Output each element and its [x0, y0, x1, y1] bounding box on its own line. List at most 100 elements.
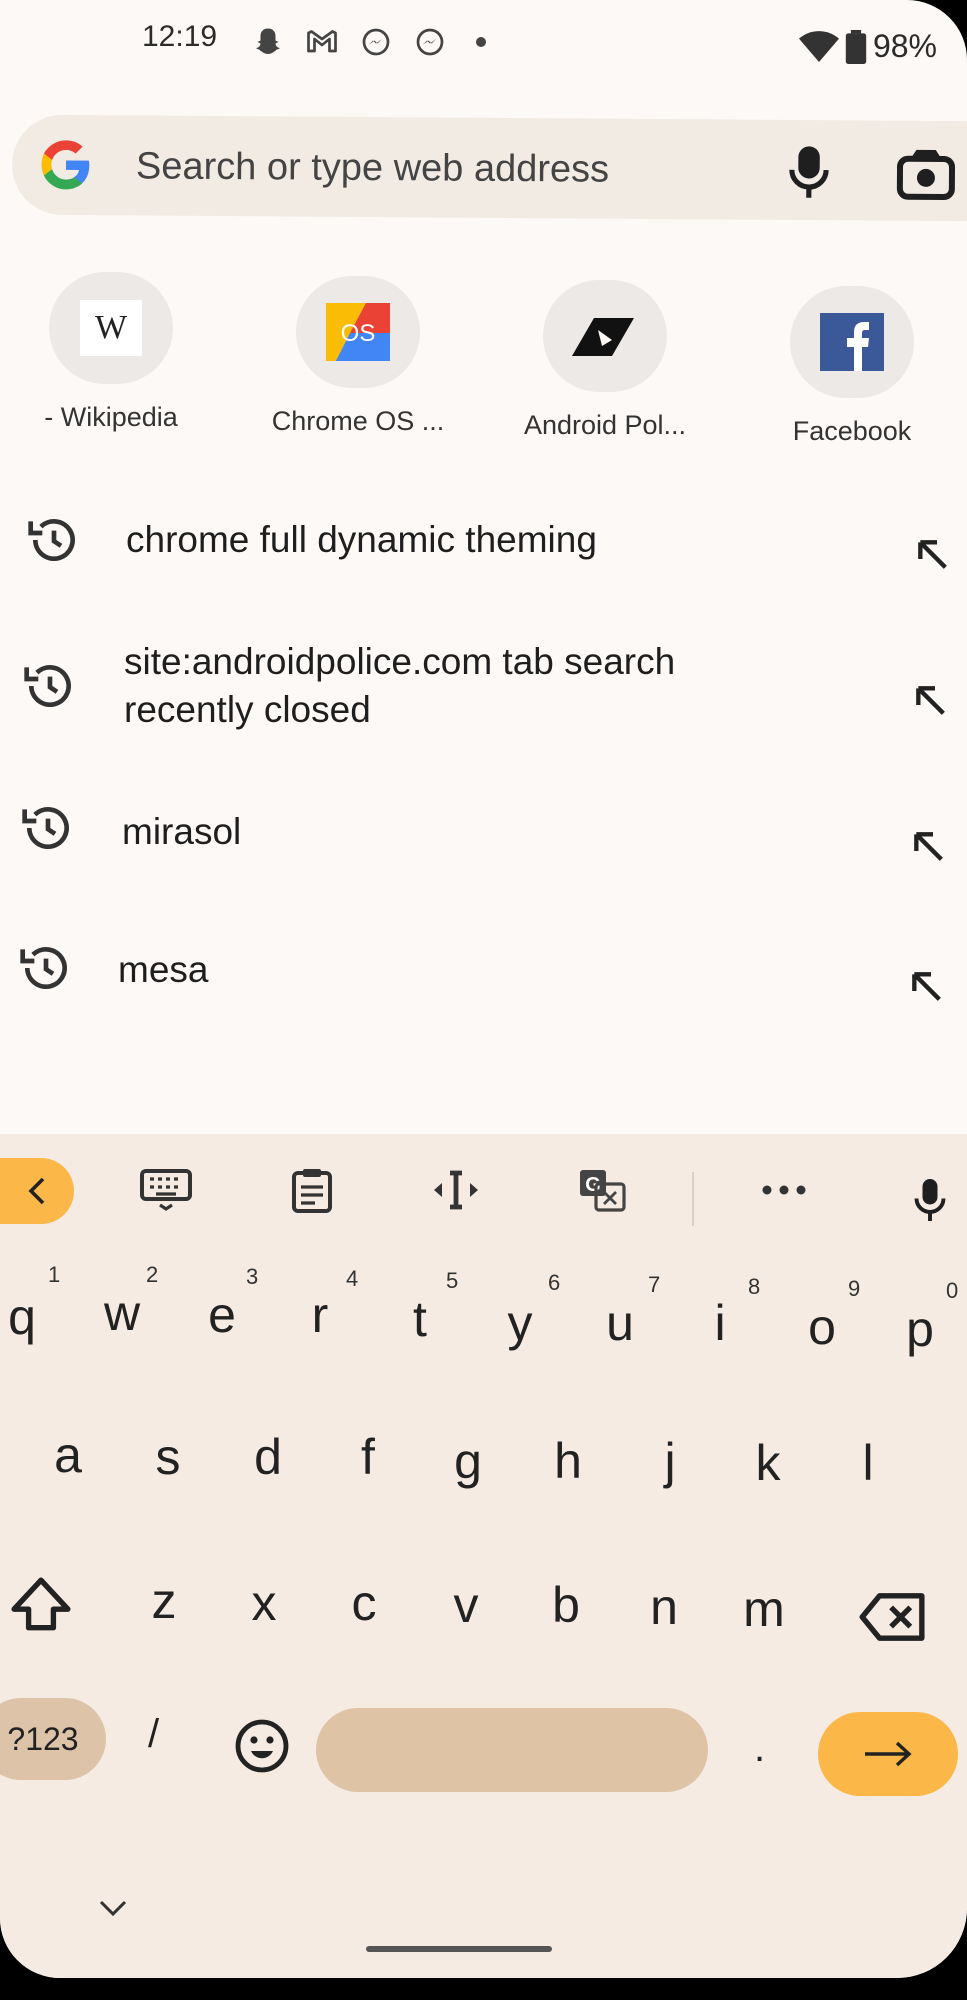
shortcut-chrome-os[interactable]: OS Chrome OS ...: [238, 276, 478, 437]
key-hint: 8: [748, 1274, 761, 1299]
symbols-key[interactable]: ?123: [0, 1698, 106, 1780]
keyboard-switch-button[interactable]: [136, 1160, 196, 1220]
microphone-icon: [914, 1179, 946, 1221]
key-e[interactable]: e: [192, 1286, 252, 1344]
key-hint: 5: [446, 1268, 459, 1293]
space-key[interactable]: [316, 1708, 708, 1792]
suggestion-line-1: site:androidpolice.com tab search: [124, 641, 676, 682]
more-options-button[interactable]: [754, 1160, 814, 1220]
key-w[interactable]: w: [92, 1284, 152, 1342]
search-input[interactable]: [133, 135, 699, 202]
append-to-search-arrow-icon[interactable]: [910, 680, 950, 720]
key-hint: 9: [848, 1276, 861, 1301]
text-editing-button[interactable]: [426, 1160, 486, 1220]
chevron-left-icon: [28, 1177, 45, 1205]
suggestion-text: chrome full dynamic theming: [126, 516, 597, 564]
append-to-search-arrow-icon[interactable]: [906, 966, 946, 1006]
key-j[interactable]: j: [640, 1432, 700, 1490]
append-to-search-arrow-icon[interactable]: [908, 826, 948, 866]
history-icon: [24, 665, 71, 707]
append-to-search-arrow-icon[interactable]: [912, 534, 952, 574]
shortcut-label: - Wikipedia: [44, 402, 178, 432]
more-horizontal-icon: [762, 1185, 806, 1195]
slash-key[interactable]: /: [148, 1712, 159, 1757]
hide-keyboard-chevron-icon[interactable]: [96, 1896, 130, 1920]
snapchat-icon: [256, 28, 280, 54]
suggestion-line-1: mesa: [118, 949, 209, 990]
key-u[interactable]: u: [590, 1294, 650, 1352]
key-s[interactable]: s: [138, 1428, 198, 1486]
key-d[interactable]: d: [238, 1428, 298, 1486]
voice-search-icon[interactable]: [782, 142, 836, 202]
clipboard-button[interactable]: [282, 1160, 342, 1220]
suggestion-row[interactable]: mesa: [0, 940, 967, 1040]
toolbar-divider: [692, 1172, 694, 1226]
keyboard-icon: [140, 1169, 192, 1211]
facebook-icon: [820, 313, 884, 371]
key-q[interactable]: q: [0, 1288, 52, 1346]
shortcut-facebook[interactable]: Facebook: [732, 286, 967, 447]
key-hint: 7: [648, 1272, 661, 1297]
key-n[interactable]: n: [634, 1578, 694, 1636]
key-a[interactable]: a: [38, 1426, 98, 1484]
backspace-key[interactable]: [858, 1592, 928, 1642]
omnibox[interactable]: [11, 114, 967, 222]
key-h[interactable]: h: [538, 1432, 598, 1490]
suggestion-row[interactable]: site:androidpolice.com tab search recent…: [0, 630, 967, 760]
clipboard-icon: [292, 1169, 332, 1213]
key-x[interactable]: x: [234, 1574, 294, 1632]
go-key[interactable]: [818, 1712, 958, 1796]
suggestion-text: mirasol: [122, 808, 241, 856]
suggestion-line-1: mirasol: [122, 811, 242, 852]
key-p[interactable]: p: [890, 1300, 950, 1358]
translate-button[interactable]: G: [572, 1160, 632, 1220]
phone-screen: 12:19 98% W: [0, 0, 967, 1978]
shift-key[interactable]: [10, 1574, 72, 1636]
key-r[interactable]: r: [290, 1286, 350, 1344]
key-o[interactable]: o: [792, 1298, 852, 1356]
messenger-icon: [416, 28, 444, 56]
suggestion-text: mesa: [118, 946, 208, 994]
shortcut-label: Chrome OS ...: [271, 406, 445, 436]
key-k[interactable]: k: [738, 1434, 798, 1492]
key-hint: 2: [146, 1262, 159, 1287]
shortcut-wikipedia[interactable]: W - Wikipedia: [0, 272, 231, 433]
key-hint: 4: [346, 1266, 359, 1291]
battery-level: 98%: [872, 28, 937, 64]
key-g[interactable]: g: [438, 1432, 498, 1490]
key-l[interactable]: l: [838, 1434, 898, 1492]
suggestion-row[interactable]: mirasol: [0, 800, 967, 900]
shortcut-label: Android Pol...: [523, 410, 687, 440]
shortcut-icon-container: [543, 280, 667, 392]
keyboard-voice-button[interactable]: [900, 1170, 960, 1230]
gesture-nav-bar[interactable]: [366, 1946, 552, 1952]
shortcut-icon-container: OS: [296, 276, 420, 388]
more-notifications-dot: [476, 37, 486, 47]
google-g-icon: [41, 140, 90, 190]
key-z[interactable]: z: [134, 1572, 194, 1630]
suggestion-line-2: recently closed: [124, 689, 371, 730]
chrome-os-icon: OS: [326, 303, 390, 361]
key-f[interactable]: f: [338, 1428, 398, 1486]
gmail-icon: [307, 30, 337, 53]
key-b[interactable]: b: [536, 1576, 596, 1634]
emoji-icon[interactable]: [234, 1718, 290, 1774]
text-cursor-icon: [434, 1170, 478, 1210]
key-y[interactable]: y: [490, 1294, 550, 1352]
suggestion-text: site:androidpolice.com tab search recent…: [124, 638, 675, 734]
key-m[interactable]: m: [734, 1580, 794, 1638]
wifi-icon: [798, 30, 839, 62]
shortcut-icon-container: W: [49, 272, 173, 384]
status-right: 98%: [798, 28, 937, 65]
key-c[interactable]: c: [334, 1574, 394, 1632]
soft-keyboard: [0, 1134, 967, 1978]
suggestion-row[interactable]: chrome full dynamic theming: [0, 500, 967, 620]
status-time: 12:19: [142, 20, 218, 53]
key-t[interactable]: t: [390, 1290, 450, 1348]
key-i[interactable]: i: [690, 1294, 750, 1352]
shortcut-android-police[interactable]: Android Pol...: [485, 280, 725, 441]
period-key[interactable]: .: [754, 1726, 765, 1771]
keyboard-toolbar-back-button[interactable]: [0, 1158, 74, 1224]
lens-camera-icon[interactable]: [896, 147, 956, 203]
key-v[interactable]: v: [436, 1576, 496, 1634]
